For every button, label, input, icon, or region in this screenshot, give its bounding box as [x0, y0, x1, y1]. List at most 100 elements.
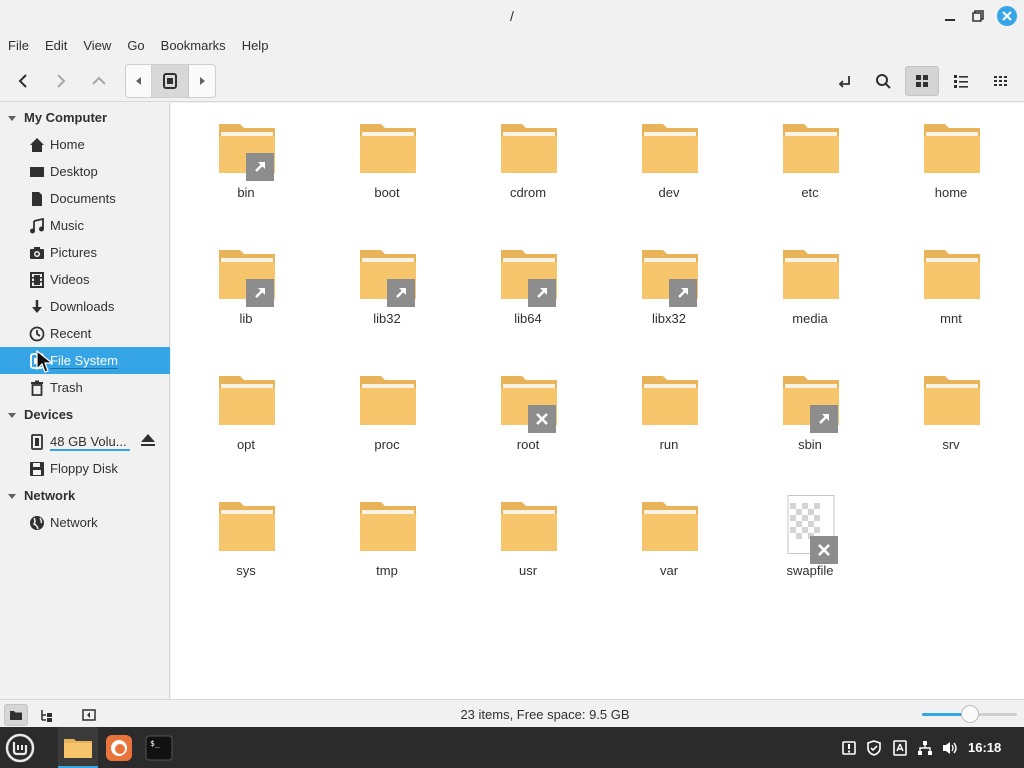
chevron-down-icon — [0, 410, 24, 420]
search-button[interactable] — [866, 66, 900, 96]
close-icon — [1002, 11, 1012, 21]
menu-go[interactable]: Go — [119, 34, 152, 58]
compact-view-button[interactable] — [983, 66, 1017, 96]
list-view-button[interactable] — [944, 66, 978, 96]
maximize-button[interactable] — [968, 6, 988, 26]
file-item-srv[interactable]: srv — [901, 355, 1001, 465]
sidebar-section-network[interactable]: Network — [0, 482, 170, 509]
sidebar-item-downloads[interactable]: Downloads — [0, 293, 170, 320]
sidebar-item-recent[interactable]: Recent — [0, 320, 170, 347]
firefox-icon — [106, 734, 132, 761]
minimize-icon — [945, 19, 955, 21]
sidebar-item-trash[interactable]: Trash — [0, 374, 170, 401]
menu-help[interactable]: Help — [234, 34, 277, 58]
file-item-opt[interactable]: opt — [196, 355, 296, 465]
file-name: usr — [518, 563, 538, 578]
sidebar-item-label: Pictures — [50, 245, 97, 260]
sidebar-item-documents[interactable]: Documents — [0, 185, 170, 212]
locked-x-icon — [528, 405, 556, 433]
taskbar-app-files[interactable] — [58, 727, 98, 768]
film-icon — [29, 271, 45, 288]
sidebar-section-my-computer[interactable]: My Computer — [0, 104, 170, 131]
sidebar-item-videos[interactable]: Videos — [0, 266, 170, 293]
file-item-dev[interactable]: dev — [619, 103, 719, 213]
path-scroll-right-button[interactable] — [189, 65, 215, 97]
folder-icon — [782, 123, 840, 175]
sidebar-item-floppy-disk[interactable]: Floppy Disk — [0, 455, 170, 482]
folder-icon — [923, 249, 981, 301]
file-item-var[interactable]: var — [619, 481, 719, 591]
search-icon — [876, 74, 891, 89]
sidebar-item-music[interactable]: Music — [0, 212, 170, 239]
file-item-tmp[interactable]: tmp — [337, 481, 437, 591]
file-item-lib[interactable]: lib — [196, 229, 296, 339]
file-name: bin — [237, 185, 255, 200]
file-name: mnt — [940, 311, 962, 326]
sidebar-item-desktop[interactable]: Desktop — [0, 158, 170, 185]
forward-button[interactable] — [44, 66, 78, 96]
file-item-lib64[interactable]: lib64 — [478, 229, 578, 339]
icon-view-button[interactable] — [905, 66, 939, 96]
hide-sidebar-button[interactable] — [77, 704, 101, 726]
file-item-sbin[interactable]: sbin — [760, 355, 860, 465]
sidebar-item-network[interactable]: Network — [0, 509, 170, 536]
taskbar-app-firefox[interactable] — [99, 727, 139, 768]
file-item-swapfile[interactable]: swapfile — [760, 481, 860, 591]
taskbar-app-terminal[interactable]: $_ — [139, 727, 179, 768]
update-manager-icon[interactable] — [840, 739, 858, 757]
path-scroll-left-button[interactable] — [126, 65, 152, 97]
sidebar-item-volume[interactable]: 48 GB Volu... — [0, 428, 170, 455]
show-places-button[interactable] — [4, 704, 28, 726]
up-button[interactable] — [82, 66, 116, 96]
sidebar-item-home[interactable]: Home — [0, 131, 170, 158]
shield-icon[interactable] — [865, 739, 883, 757]
file-item-root[interactable]: root — [478, 355, 578, 465]
network-status-icon[interactable] — [916, 739, 934, 757]
sidebar-item-file-system[interactable]: File System — [0, 347, 170, 374]
show-treeview-button[interactable] — [34, 704, 58, 726]
title-bar: / — [0, 0, 1024, 34]
close-button[interactable] — [997, 6, 1017, 26]
toggle-location-button[interactable] — [828, 66, 862, 96]
file-item-usr[interactable]: usr — [478, 481, 578, 591]
chevron-down-icon — [0, 491, 24, 501]
compact-grid-icon — [994, 76, 1007, 86]
file-item-home[interactable]: home — [901, 103, 1001, 213]
menu-bookmarks[interactable]: Bookmarks — [153, 34, 234, 58]
file-item-lib32[interactable]: lib32 — [337, 229, 437, 339]
file-item-libx32[interactable]: libx32 — [619, 229, 719, 339]
sidebar-section-label: Devices — [24, 407, 74, 422]
file-name: dev — [658, 185, 680, 200]
clock[interactable]: 16:18 — [968, 740, 1001, 755]
minimize-button[interactable] — [940, 6, 960, 26]
desktop-icon — [29, 164, 45, 180]
file-item-mnt[interactable]: mnt — [901, 229, 1001, 339]
menu-file[interactable]: File — [0, 34, 37, 58]
folder-icon — [923, 123, 981, 175]
file-item-sys[interactable]: sys — [196, 481, 296, 591]
file-name: root — [516, 437, 540, 452]
path-root-button[interactable] — [152, 65, 189, 97]
file-item-boot[interactable]: boot — [337, 103, 437, 213]
file-item-etc[interactable]: etc — [760, 103, 860, 213]
volume-icon[interactable] — [942, 739, 960, 757]
menu-view[interactable]: View — [75, 34, 119, 58]
sidebar-item-pictures[interactable]: Pictures — [0, 239, 170, 266]
zoom-slider-handle[interactable] — [961, 705, 979, 723]
sidebar-section-devices[interactable]: Devices — [0, 401, 170, 428]
clipboard-icon[interactable] — [891, 739, 909, 757]
file-item-bin[interactable]: bin — [196, 103, 296, 213]
arrow-up-icon — [92, 76, 106, 85]
file-name: lib64 — [514, 311, 542, 326]
sidebar: My Computer Home Desktop Documents Music… — [0, 103, 170, 699]
file-item-run[interactable]: run — [619, 355, 719, 465]
floppy-icon — [29, 461, 45, 477]
eject-button[interactable] — [140, 433, 156, 450]
start-menu-button[interactable] — [0, 727, 40, 768]
file-item-cdrom[interactable]: cdrom — [478, 103, 578, 213]
sidebar-item-label: 48 GB Volu... — [50, 434, 127, 449]
file-item-media[interactable]: media — [760, 229, 860, 339]
menu-edit[interactable]: Edit — [37, 34, 75, 58]
back-button[interactable] — [6, 66, 40, 96]
file-item-proc[interactable]: proc — [337, 355, 437, 465]
